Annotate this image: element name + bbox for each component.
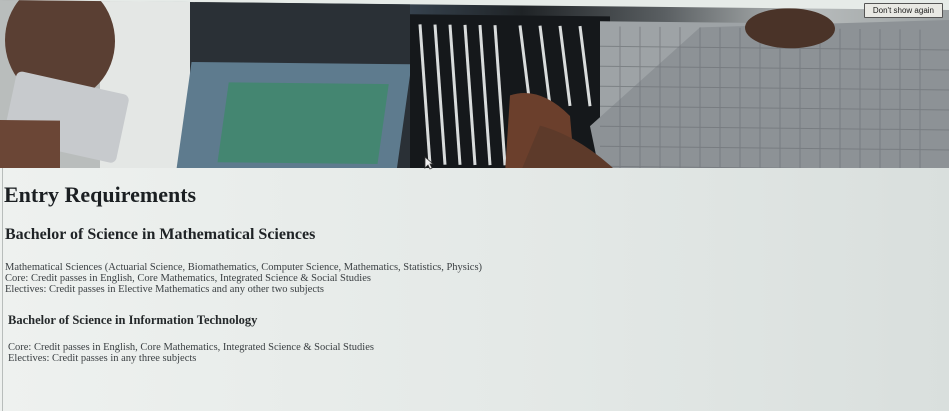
- dont-show-again-button[interactable]: Don't show again: [863, 3, 943, 18]
- entry-requirements-section: Entry Requirements Bachelor of Science i…: [0, 168, 949, 411]
- requirement-line: Core: Credit passes in English, Core Mat…: [5, 273, 371, 284]
- hero-photo: [0, 0, 949, 178]
- mouse-pointer-icon: [424, 156, 434, 170]
- requirement-line: Core: Credit passes in English, Core Mat…: [8, 342, 374, 353]
- requirement-line: Electives: Credit passes in Elective Mat…: [5, 284, 324, 295]
- content-left-border: [2, 168, 3, 411]
- page-title: Entry Requirements: [4, 182, 197, 207]
- programme-title-mathematical-sciences: Bachelor of Science in Mathematical Scie…: [5, 226, 316, 243]
- hero-banner-image: [0, 0, 949, 178]
- requirement-line: Mathematical Sciences (Actuarial Science…: [5, 262, 483, 273]
- programme-requirements-information-technology: Core: Credit passes in English, Core Mat…: [8, 342, 374, 364]
- programme-title-information-technology: Bachelor of Science in Information Techn…: [8, 313, 258, 327]
- programme-requirements-mathematical-sciences: Mathematical Sciences (Actuarial Science…: [5, 262, 482, 295]
- requirement-line: Electives: Credit passes in any three su…: [8, 353, 197, 364]
